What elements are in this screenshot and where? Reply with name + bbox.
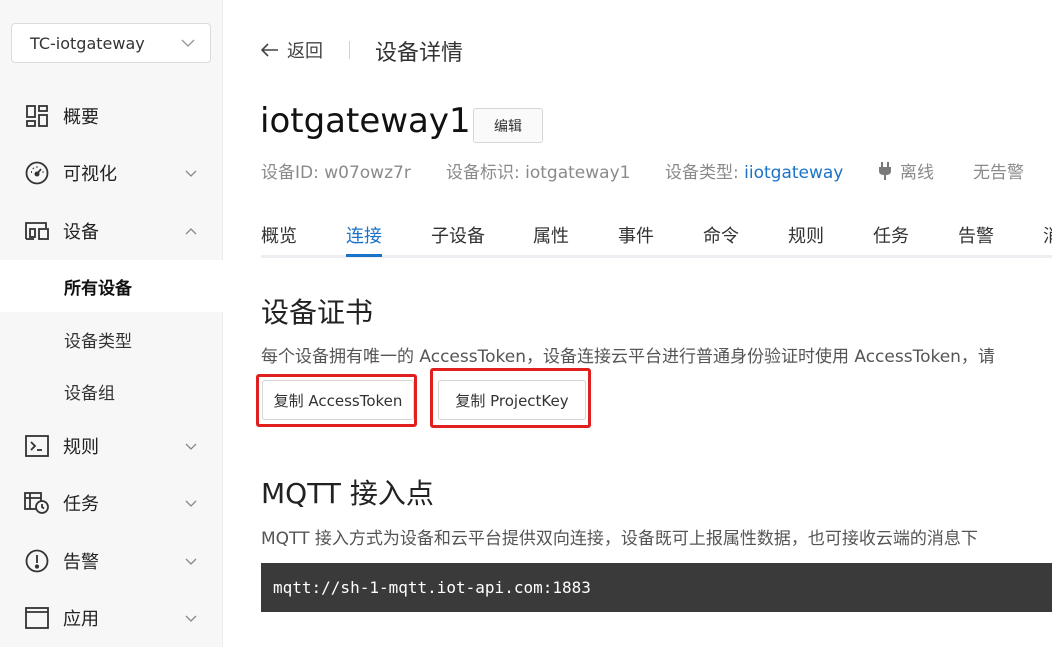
task-clock-icon — [24, 490, 50, 516]
highlight-box — [256, 374, 417, 427]
tab-tasks[interactable]: 任务 — [873, 222, 909, 248]
tab-connection[interactable]: 连接 — [346, 222, 382, 248]
back-button[interactable]: 返回 — [261, 37, 323, 63]
chevron-up-icon — [183, 223, 199, 239]
active-tab-indicator — [346, 254, 382, 257]
device-type-label: 设备类型: — [665, 163, 745, 183]
tab-overview[interactable]: 概览 — [261, 222, 297, 248]
tab-events[interactable]: 事件 — [618, 222, 654, 248]
sidebar-subitem-device-types[interactable]: 设备类型 — [0, 313, 223, 365]
device-status: 离线 — [878, 158, 934, 183]
terminal-icon — [24, 433, 50, 459]
window-icon — [24, 605, 50, 631]
sidebar-subitem-device-groups[interactable]: 设备组 — [0, 365, 223, 417]
page-title: 设备详情 — [375, 41, 464, 66]
edit-button[interactable]: 编辑 — [473, 108, 543, 143]
chevron-down-icon — [183, 553, 199, 569]
main-content: 返回 设备详情 iotgateway1 编辑 设备ID: w07owz7r 设备… — [224, 0, 1052, 647]
device-name: iotgateway1 — [260, 101, 471, 141]
sidebar-item-devices[interactable]: 设备 — [0, 205, 223, 257]
plug-icon — [878, 161, 892, 180]
tab-properties[interactable]: 属性 — [533, 222, 569, 248]
sidebar-item-alerts[interactable]: 告警 — [0, 535, 223, 587]
tab-rules[interactable]: 规则 — [788, 222, 824, 248]
cert-description: 每个设备拥有唯一的 AccessToken，设备连接云平台进行普通身份验证时使用… — [261, 347, 995, 367]
tab-commands[interactable]: 命令 — [703, 222, 739, 248]
sidebar-subitem-label: 设备类型 — [64, 331, 132, 352]
sidebar-item-label: 任务 — [63, 494, 99, 515]
sidebar-item-label: 可视化 — [63, 164, 117, 185]
device-id: 设备ID: w07owz7r — [261, 163, 411, 183]
gauge-icon — [24, 160, 50, 186]
mqtt-endpoint: mqtt://sh-1-mqtt.iot-api.com:1883 — [261, 563, 1052, 612]
alarm-status: 无告警 — [973, 163, 1024, 183]
project-select[interactable]: TC-iotgateway — [11, 23, 211, 63]
tab-subdevices[interactable]: 子设备 — [431, 222, 485, 248]
device-type-link[interactable]: iiotgateway — [744, 163, 843, 183]
breadcrumb-divider — [349, 41, 350, 59]
sidebar-item-label: 应用 — [63, 609, 99, 630]
project-select-value: TC-iotgateway — [30, 33, 145, 53]
sidebar-subitem-all-devices[interactable]: 所有设备 — [0, 260, 223, 312]
tab-bar: 概览 连接 子设备 属性 事件 命令 规则 任务 告警 消 — [261, 214, 1052, 258]
sidebar-item-label: 设备 — [63, 222, 99, 243]
tab-alerts[interactable]: 告警 — [958, 222, 994, 248]
sidebar-item-visualization[interactable]: 可视化 — [0, 147, 223, 199]
sidebar-subitem-label: 设备组 — [64, 383, 115, 404]
alert-icon — [24, 548, 50, 574]
sidebar-subitem-label: 所有设备 — [64, 278, 132, 299]
sidebar-item-rules[interactable]: 规则 — [0, 420, 223, 472]
mqtt-description: MQTT 接入方式为设备和云平台提供双向连接，设备既可上报属性数据，也可接收云端… — [261, 529, 978, 549]
arrow-left-icon — [261, 43, 279, 57]
sidebar-item-apps[interactable]: 应用 — [0, 592, 223, 644]
device-identifier: 设备标识: iotgateway1 — [446, 163, 631, 183]
tab-more[interactable]: 消 — [1043, 222, 1052, 248]
highlight-box — [430, 368, 591, 428]
devices-icon — [24, 218, 50, 244]
back-label: 返回 — [287, 41, 323, 62]
sidebar-item-tasks[interactable]: 任务 — [0, 477, 223, 529]
sidebar: TC-iotgateway 概要 可视化 设备 所有设备 设备类型 设备组 规则… — [0, 0, 223, 647]
cert-section-title: 设备证书 — [261, 296, 374, 329]
chevron-down-icon — [183, 610, 199, 626]
dashboard-icon — [24, 103, 50, 129]
sidebar-item-label: 告警 — [63, 552, 99, 573]
sidebar-item-overview[interactable]: 概要 — [0, 90, 223, 142]
chevron-down-icon — [183, 438, 199, 454]
chevron-down-icon — [183, 165, 199, 181]
chevron-down-icon — [183, 495, 199, 511]
sidebar-item-label: 概要 — [63, 107, 99, 128]
sidebar-item-label: 规则 — [63, 437, 99, 458]
mqtt-section-title: MQTT 接入点 — [261, 477, 434, 510]
status-text: 离线 — [900, 163, 934, 183]
device-type: 设备类型: iiotgateway — [665, 158, 843, 183]
chevron-down-icon — [180, 35, 196, 51]
